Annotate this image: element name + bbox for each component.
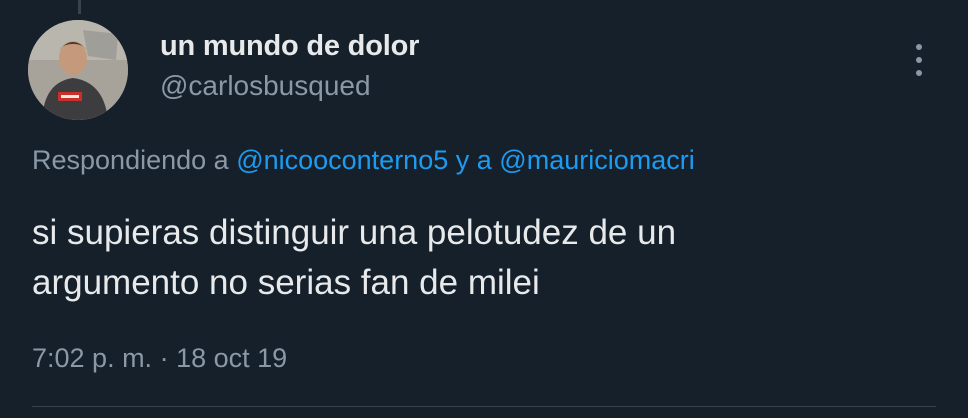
tweet-time[interactable]: 7:02 p. m. <box>32 343 152 373</box>
tweet-timestamp[interactable]: 7:02 p. m. · 18 oct 19 <box>32 340 287 376</box>
mention-conjunction[interactable]: y a <box>456 145 492 175</box>
meta-separator: · <box>159 343 169 373</box>
avatar[interactable] <box>28 20 128 120</box>
ellipsis-vertical-icon <box>916 70 922 76</box>
ellipsis-vertical-icon <box>916 44 922 50</box>
tweet-date[interactable]: 18 oct 19 <box>176 343 287 373</box>
thread-connector-line <box>78 0 81 14</box>
ellipsis-vertical-icon <box>916 57 922 63</box>
tweet-text: si supieras distinguir una pelotudez de … <box>32 208 932 308</box>
replying-to-prefix: Respondiendo a <box>32 145 229 175</box>
divider <box>32 406 936 407</box>
more-options-button[interactable] <box>902 38 936 82</box>
tweet-text-line: argumento no serias fan de milei <box>32 263 540 302</box>
tweet: un mundo de dolor @carlosbusqued Respond… <box>0 0 968 418</box>
display-name[interactable]: un mundo de dolor <box>160 28 419 64</box>
replying-to-line: Respondiendo a @nicooconterno5 y a @maur… <box>32 142 695 178</box>
mention-link-mauriciomacri[interactable]: @mauriciomacri <box>499 145 694 175</box>
tweet-text-line: si supieras distinguir una pelotudez de … <box>32 213 677 252</box>
author-block: un mundo de dolor @carlosbusqued <box>160 28 419 104</box>
username-handle[interactable]: @carlosbusqued <box>160 68 419 104</box>
mention-link-nicooconterno5[interactable]: @nicooconterno5 <box>236 145 448 175</box>
profile-photo-icon <box>28 20 128 120</box>
